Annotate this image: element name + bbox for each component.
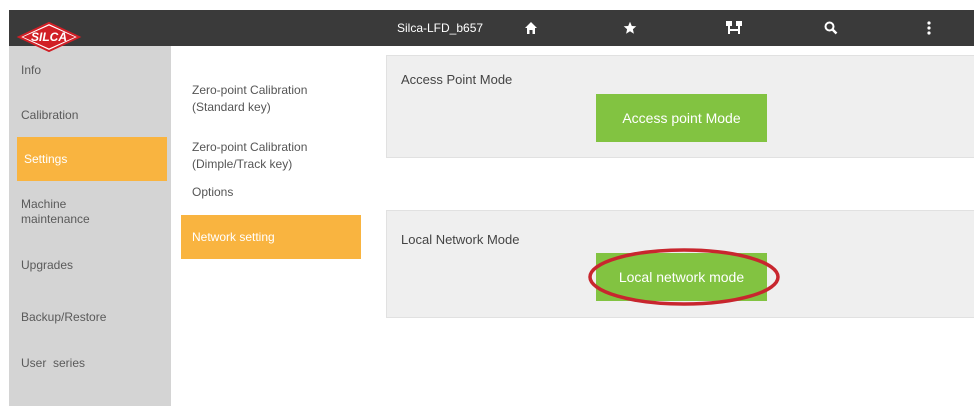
sidebar-item-label: Backup/Restore <box>21 309 107 324</box>
sidebar-item-label: Machine maintenance <box>21 197 90 226</box>
local-network-panel: Local Network Mode Local network mode <box>386 210 974 318</box>
sidebar-item-label: Upgrades <box>21 257 74 272</box>
submenu-item-zero-point-dimple[interactable]: Zero-point Calibration (Dimple/Track key… <box>181 122 361 173</box>
sidebar-item-calibration[interactable]: Calibration <box>17 93 167 137</box>
access-point-title: Access Point Mode <box>401 72 513 87</box>
sidebar-item-label: Settings <box>24 151 68 166</box>
device-name: Silca-LFD_b657 <box>397 21 484 35</box>
more-icon[interactable] <box>917 16 941 40</box>
logo-text: SILCA <box>31 30 67 44</box>
sidebar-item-label: User series <box>21 355 86 370</box>
submenu-item-options[interactable]: Options <box>181 184 361 201</box>
button-label: Access point Mode <box>622 110 741 126</box>
search-icon[interactable] <box>819 16 843 40</box>
sidebar-item-settings[interactable]: Settings <box>17 137 167 181</box>
access-point-panel: Access Point Mode Access point Mode <box>386 55 974 158</box>
sidebar-item-user-series[interactable]: User series <box>17 341 167 385</box>
submenu-item-network-setting[interactable]: Network setting <box>181 215 361 259</box>
sidebar-item-upgrades[interactable]: Upgrades <box>17 243 167 287</box>
home-icon[interactable] <box>519 16 543 40</box>
sidebar-item-backup-restore[interactable]: Backup/Restore <box>17 295 167 339</box>
sidebar-item-machine-maintenance[interactable]: Machine maintenance <box>17 190 167 234</box>
star-icon[interactable] <box>618 16 642 40</box>
local-network-title: Local Network Mode <box>401 232 520 247</box>
sidebar-item-label: Info <box>21 62 42 77</box>
network-icon[interactable] <box>722 16 746 40</box>
silca-logo: SILCA <box>13 17 85 57</box>
submenu-item-label: Network setting <box>192 229 275 244</box>
sidebar: Info Calibration Settings Machine mainte… <box>9 46 171 406</box>
submenu-item-label: Zero-point Calibration (Dimple/Track key… <box>192 140 308 171</box>
top-bar: Silca-LFD_b657 <box>9 10 974 46</box>
button-label: Local network mode <box>618 269 745 285</box>
access-point-mode-button[interactable]: Access point Mode <box>596 94 767 142</box>
submenu-item-label: Zero-point Calibration (Standard key) <box>192 83 308 114</box>
submenu-item-zero-point-standard[interactable]: Zero-point Calibration (Standard key) <box>181 65 361 116</box>
local-network-mode-button[interactable]: Local network mode <box>596 253 767 301</box>
sidebar-item-label: Calibration <box>21 107 79 122</box>
submenu-item-label: Options <box>192 185 234 199</box>
